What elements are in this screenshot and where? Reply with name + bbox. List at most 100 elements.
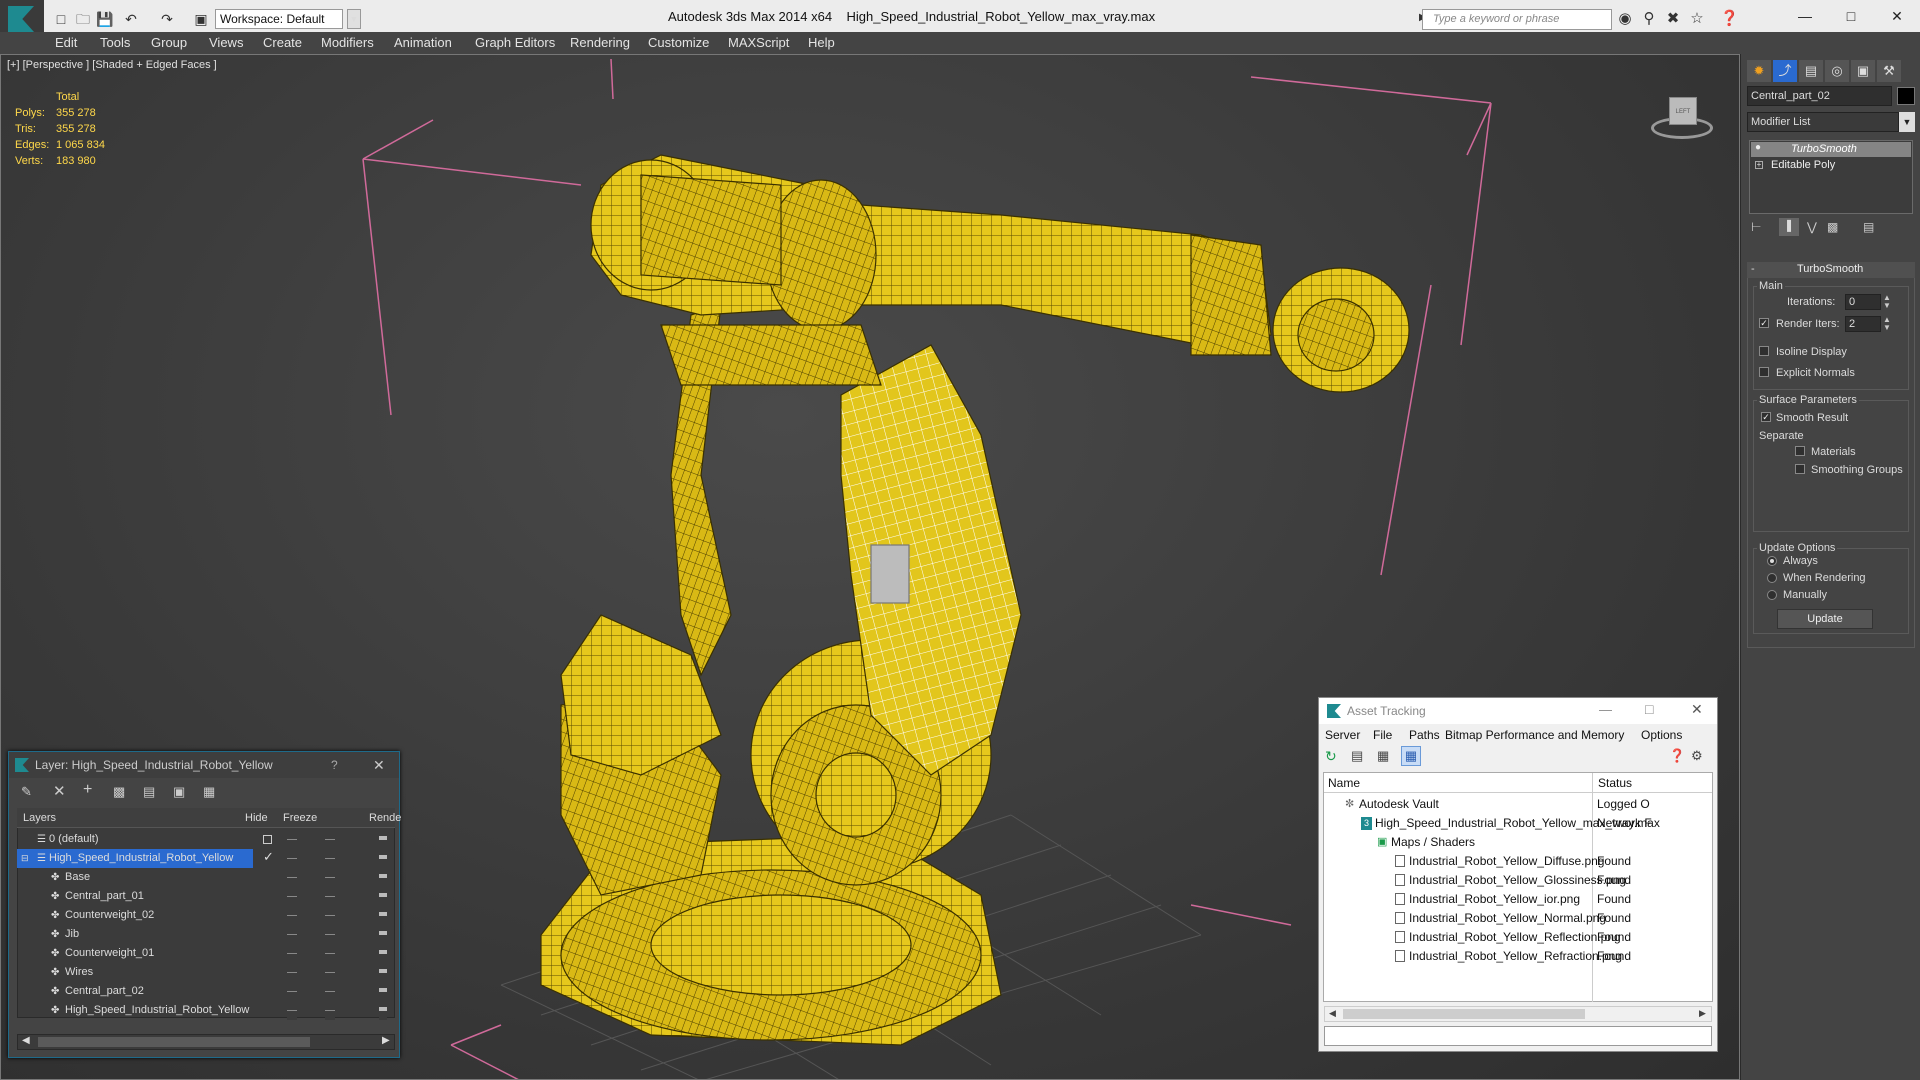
materials-checkbox[interactable]: [1795, 446, 1805, 456]
object-row[interactable]: ✤ Central_part_02: [17, 982, 299, 1001]
star-icon[interactable]: ☆: [1688, 10, 1706, 28]
asset-row-vault[interactable]: ✼ Autodesk Vault Logged O: [1325, 795, 1711, 814]
iterations-spinner[interactable]: 0: [1845, 294, 1881, 310]
scrollbar-thumb[interactable]: [1343, 1009, 1585, 1019]
highlight-layer-icon[interactable]: ▤: [143, 784, 155, 800]
column-hide[interactable]: Hide: [245, 812, 268, 824]
settings-icon[interactable]: ⚙: [1691, 748, 1703, 764]
stack-item-editable-poly[interactable]: + Editable Poly: [1751, 158, 1911, 173]
expand-icon[interactable]: +: [1755, 161, 1763, 169]
smooth-result-checkbox[interactable]: ✓: [1761, 412, 1771, 422]
menu-maxscript[interactable]: MAXScript: [728, 35, 789, 50]
viewcube[interactable]: LEFT: [1647, 91, 1717, 149]
object-row[interactable]: ✤ Counterweight_02: [17, 906, 299, 925]
new-layer-icon[interactable]: ✎: [21, 784, 32, 800]
table-view-icon[interactable]: ▦: [1401, 746, 1421, 766]
asset-path-field[interactable]: [1324, 1026, 1712, 1046]
current-layer-checkbox[interactable]: [263, 835, 272, 844]
exchange-icon[interactable]: ✖: [1664, 10, 1682, 28]
layer-row-selected[interactable]: ⊟ ☰ High_Speed_Industrial_Robot_Yellow: [17, 849, 253, 868]
column-layers[interactable]: Layers: [23, 812, 56, 824]
spinner-arrows-icon[interactable]: ▲ ▼: [1883, 294, 1891, 310]
when-rendering-radio[interactable]: [1767, 573, 1777, 583]
stack-item-turbosmooth[interactable]: ● TurboSmooth: [1751, 142, 1911, 157]
render-iters-spinner[interactable]: 2: [1845, 316, 1881, 332]
freeze-all-icon[interactable]: ▦: [203, 784, 215, 800]
close-icon[interactable]: ✕: [1874, 4, 1920, 28]
smoothing-groups-checkbox[interactable]: [1795, 464, 1805, 474]
undo-icon[interactable]: ↶: [122, 10, 140, 28]
menu-edit[interactable]: Edit: [55, 35, 77, 50]
scroll-left-icon[interactable]: ◀: [1329, 1008, 1336, 1019]
minimize-icon[interactable]: —: [1599, 702, 1612, 717]
minimize-icon[interactable]: —: [1782, 4, 1828, 28]
column-freeze[interactable]: Freeze: [283, 812, 317, 824]
open-file-icon[interactable]: 🗀: [74, 10, 92, 28]
object-row[interactable]: ✤ Counterweight_01: [17, 944, 299, 963]
display-tab-icon[interactable]: ▣: [1851, 60, 1875, 82]
utilities-tab-icon[interactable]: ⚒: [1877, 60, 1901, 82]
motion-tab-icon[interactable]: ◎: [1825, 60, 1849, 82]
viewport-label[interactable]: [+] [Perspective ] [Shaded + Edged Faces…: [7, 59, 217, 71]
asset-menu-bitmap[interactable]: Bitmap Performance and Memory: [1445, 728, 1624, 742]
project-folder-icon[interactable]: ▣: [192, 10, 210, 28]
configure-sets-icon[interactable]: ▤: [1863, 220, 1874, 234]
object-row[interactable]: ✤ Jib: [17, 925, 299, 944]
help-icon[interactable]: ❓: [1669, 748, 1685, 764]
render-iters-checkbox[interactable]: ✓: [1759, 318, 1769, 328]
help-icon[interactable]: ?: [331, 752, 338, 778]
asset-row-scene[interactable]: 3 High_Speed_Industrial_Robot_Yellow_max_…: [1325, 814, 1711, 833]
save-file-icon[interactable]: 💾: [96, 10, 114, 28]
viewcube-face[interactable]: LEFT: [1669, 97, 1697, 125]
select-objects-icon[interactable]: ▩: [113, 784, 125, 800]
create-tab-icon[interactable]: ✹: [1747, 60, 1771, 82]
search-input[interactable]: Type a keyword or phrase: [1422, 9, 1612, 30]
modify-tab-icon[interactable]: ⤴: [1773, 60, 1797, 82]
menu-graph-editors[interactable]: Graph Editors: [475, 35, 555, 50]
redo-icon[interactable]: ↷: [158, 10, 176, 28]
asset-horizontal-scrollbar[interactable]: ◀ ▶: [1324, 1006, 1712, 1022]
lightbulb-icon[interactable]: ●: [1755, 142, 1761, 153]
asset-row-map[interactable]: Industrial_Robot_Yellow_Reflection.png Fo…: [1325, 928, 1711, 947]
maximize-icon[interactable]: □: [1828, 4, 1874, 28]
asset-row-map[interactable]: Industrial_Robot_Yellow_ior.png Found: [1325, 890, 1711, 909]
menu-tools[interactable]: Tools: [100, 35, 130, 50]
list-view-icon[interactable]: ▤: [1351, 748, 1363, 764]
menu-modifiers[interactable]: Modifiers: [321, 35, 374, 50]
make-unique-icon[interactable]: ⋁: [1807, 220, 1817, 234]
modifier-list-dropdown[interactable]: Modifier List: [1747, 112, 1899, 132]
scroll-left-icon[interactable]: ◀: [22, 1035, 30, 1046]
asset-row-map[interactable]: Industrial_Robot_Yellow_Glossiness.png Fo…: [1325, 871, 1711, 890]
menu-help[interactable]: Help: [808, 35, 835, 50]
collapse-icon[interactable]: ⊟: [21, 849, 29, 868]
layer-toggle-columns[interactable]: [287, 830, 407, 1020]
asset-window-titlebar[interactable]: Asset Tracking — □ ✕: [1319, 698, 1717, 724]
column-render[interactable]: Rende: [369, 812, 401, 824]
add-to-layer-icon[interactable]: +: [83, 781, 92, 799]
new-file-icon[interactable]: □: [52, 10, 70, 28]
object-name-field[interactable]: Central_part_02: [1747, 86, 1892, 106]
asset-menu-paths[interactable]: Paths: [1409, 728, 1440, 742]
manually-radio[interactable]: [1767, 590, 1777, 600]
object-row[interactable]: ✤ Base: [17, 868, 299, 887]
remove-modifier-icon[interactable]: ▩: [1827, 220, 1838, 234]
asset-row-map[interactable]: Industrial_Robot_Yellow_Refraction.png Fo…: [1325, 947, 1711, 966]
asset-row-map[interactable]: Industrial_Robot_Yellow_Normal.png Found: [1325, 909, 1711, 928]
column-divider[interactable]: [1592, 773, 1593, 793]
asset-menu-server[interactable]: Server: [1325, 728, 1360, 742]
menu-animation[interactable]: Animation: [394, 35, 452, 50]
object-row[interactable]: ✤ High_Speed_Industrial_Robot_Yellow: [17, 1001, 299, 1020]
help-icon[interactable]: ❓: [1720, 10, 1739, 28]
object-color-swatch[interactable]: [1897, 87, 1915, 105]
object-row[interactable]: ✤ Wires: [17, 963, 299, 982]
pin-stack-icon[interactable]: ⊢: [1751, 220, 1761, 234]
asset-menu-options[interactable]: Options: [1641, 728, 1682, 742]
explicit-normals-checkbox[interactable]: [1759, 367, 1769, 377]
horizontal-scrollbar[interactable]: ◀ ▶: [17, 1034, 395, 1050]
scroll-right-icon[interactable]: ▶: [382, 1035, 390, 1046]
delete-layer-icon[interactable]: ✕: [53, 782, 66, 800]
update-button[interactable]: Update: [1777, 609, 1873, 629]
details-view-icon[interactable]: ▦: [1377, 748, 1389, 764]
column-status[interactable]: Status: [1598, 776, 1632, 790]
workspace-dropdown[interactable]: Workspace: Default: [215, 9, 343, 29]
